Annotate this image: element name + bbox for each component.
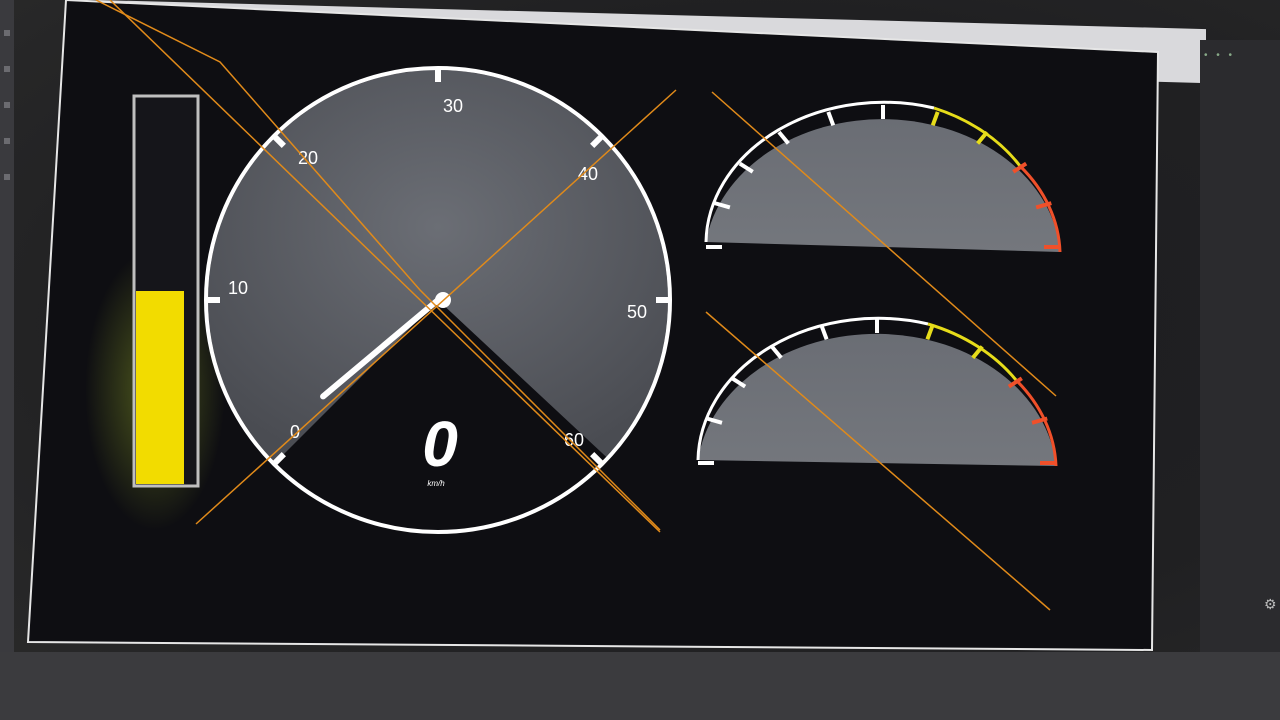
- tick-label-10: 10: [228, 278, 248, 298]
- speedometer: 0 10 20 30 40 50 60 0 km/h: [204, 66, 672, 534]
- tick-label-60: 60: [564, 430, 584, 450]
- tick-label-40: 40: [578, 164, 598, 184]
- tick-label-30: 30: [443, 96, 463, 116]
- speed-value: 0: [422, 408, 458, 480]
- tick-label-50: 50: [627, 302, 647, 322]
- dashboard-canvas: 0 10 20 30 40 50 60 0 km/h: [26, 0, 1160, 652]
- level-bar-fill: [136, 291, 184, 484]
- speed-unit: km/h: [427, 479, 445, 488]
- tick-label-20: 20: [298, 148, 318, 168]
